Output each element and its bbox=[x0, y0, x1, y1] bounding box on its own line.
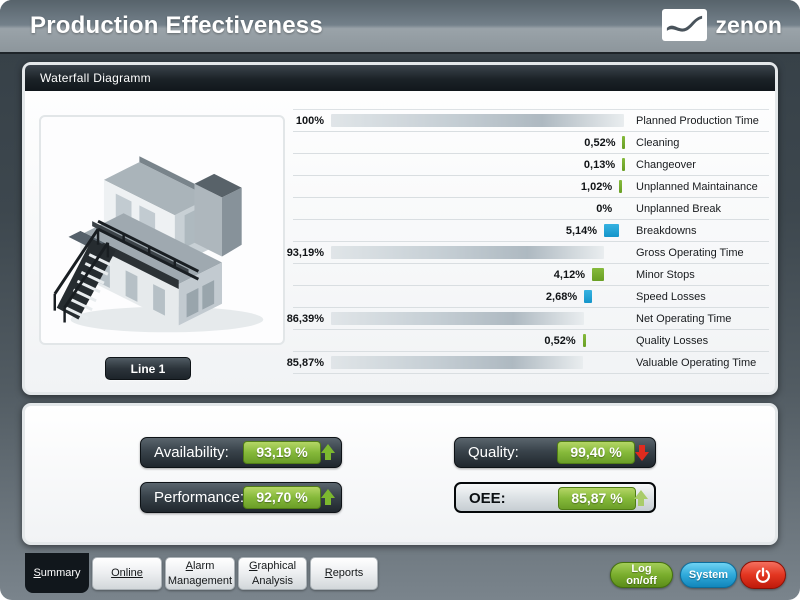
dashboard-screen: Production Effectiveness zenon Waterfall… bbox=[0, 0, 800, 600]
row-value: 0,52% bbox=[544, 335, 575, 347]
trend-up-icon bbox=[633, 490, 649, 507]
waterfall-row: 2,68% Speed Losses bbox=[293, 286, 769, 308]
waterfall-row: 0,13% Changeover bbox=[293, 154, 769, 176]
row-label: Unplanned Maintainance bbox=[636, 181, 758, 193]
row-label: Speed Losses bbox=[636, 291, 706, 303]
system-button[interactable]: System bbox=[680, 562, 737, 588]
power-icon bbox=[752, 564, 774, 586]
kpi-label: OEE: bbox=[469, 484, 506, 513]
kpi-value: 92,70 % bbox=[243, 486, 321, 509]
row-label: Cleaning bbox=[636, 137, 679, 149]
row-label: Changeover bbox=[636, 159, 696, 171]
row-value: 86,39% bbox=[287, 313, 324, 325]
kpi-value: 99,40 % bbox=[557, 441, 635, 464]
waterfall-row: 0,52% Cleaning bbox=[293, 132, 769, 154]
row-value: 1,02% bbox=[581, 181, 612, 193]
kpi-badge: Performance: 92,70 % bbox=[140, 482, 342, 513]
kpi-label: Performance: bbox=[154, 483, 244, 512]
kpi-badge: Availability: 93,19 % bbox=[140, 437, 342, 468]
waterfall-panel: Waterfall Diagramm bbox=[22, 62, 778, 395]
row-bar bbox=[622, 136, 625, 149]
production-line-illustration bbox=[39, 115, 285, 345]
row-value: 0% bbox=[596, 203, 612, 215]
waterfall-row: 86,39% Net Operating Time bbox=[293, 308, 769, 330]
trend-down-icon bbox=[634, 444, 650, 461]
row-label: Unplanned Break bbox=[636, 203, 721, 215]
row-value: 4,12% bbox=[554, 269, 585, 281]
row-value: 0,52% bbox=[584, 137, 615, 149]
line-1-button[interactable]: Line 1 bbox=[105, 357, 191, 380]
row-bar bbox=[331, 312, 584, 325]
row-bar bbox=[592, 268, 604, 281]
zenon-brand: zenon bbox=[662, 9, 782, 41]
row-value: 100% bbox=[296, 115, 324, 127]
row-bar bbox=[331, 246, 604, 259]
row-label: Valuable Operating Time bbox=[636, 357, 756, 369]
waterfall-row: 0% Unplanned Break bbox=[293, 198, 769, 220]
row-label: Gross Operating Time bbox=[636, 247, 744, 259]
kpi-value: 85,87 % bbox=[558, 487, 636, 510]
trend-up-icon bbox=[320, 489, 336, 506]
kpi-panel: Availability: 93,19 % Performance: 92,70… bbox=[22, 403, 778, 545]
power-button[interactable] bbox=[740, 561, 786, 589]
row-label: Net Operating Time bbox=[636, 313, 731, 325]
kpi-label: Availability: bbox=[154, 438, 229, 467]
row-value: 93,19% bbox=[287, 247, 324, 259]
row-label: Quality Losses bbox=[636, 335, 708, 347]
kpi-badge: Quality: 99,40 % bbox=[454, 437, 656, 468]
waterfall-row: 4,12% Minor Stops bbox=[293, 264, 769, 286]
waterfall-panel-body: Line 1 100% Planned Production Time 0,52… bbox=[25, 91, 775, 392]
waterfall-row: 85,87% Valuable Operating Time bbox=[293, 352, 769, 374]
row-label: Minor Stops bbox=[636, 269, 695, 281]
row-label: Breakdowns bbox=[636, 225, 697, 237]
app-header: Production Effectiveness zenon bbox=[0, 0, 800, 54]
kpi-value: 93,19 % bbox=[243, 441, 321, 464]
brand-name: zenon bbox=[716, 12, 782, 39]
waterfall-chart: 100% Planned Production Time 0,52% Clean… bbox=[293, 109, 769, 375]
waterfall-row: 1,02% Unplanned Maintainance bbox=[293, 176, 769, 198]
row-bar bbox=[331, 356, 583, 369]
factory-isometric-icon bbox=[41, 117, 283, 343]
tab-reports[interactable]: Reports bbox=[310, 557, 378, 590]
tab-alarm-management[interactable]: AlarmManagement bbox=[165, 557, 235, 590]
row-value: 5,14% bbox=[566, 225, 597, 237]
kpi-label: Quality: bbox=[468, 438, 519, 467]
row-value: 2,68% bbox=[546, 291, 577, 303]
row-bar bbox=[619, 180, 622, 193]
page-title: Production Effectiveness bbox=[30, 12, 323, 40]
row-bar bbox=[583, 334, 586, 347]
row-bar bbox=[331, 114, 624, 127]
waterfall-row: 0,52% Quality Losses bbox=[293, 330, 769, 352]
waterfall-row: 5,14% Breakdowns bbox=[293, 220, 769, 242]
tab-graphical-analysis[interactable]: GraphicalAnalysis bbox=[238, 557, 307, 590]
waterfall-panel-title: Waterfall Diagramm bbox=[25, 65, 775, 91]
tab-online[interactable]: Online bbox=[92, 557, 162, 590]
row-bar bbox=[584, 290, 592, 303]
trend-up-icon bbox=[320, 444, 336, 461]
row-value: 85,87% bbox=[287, 357, 324, 369]
zenon-logo-icon bbox=[662, 9, 707, 41]
waterfall-row: 93,19% Gross Operating Time bbox=[293, 242, 769, 264]
tab-summary[interactable]: Summary bbox=[25, 553, 89, 593]
row-label: Planned Production Time bbox=[636, 115, 759, 127]
row-value: 0,13% bbox=[584, 159, 615, 171]
waterfall-row: 100% Planned Production Time bbox=[293, 110, 769, 132]
log-on-off-button[interactable]: Log on/off bbox=[610, 562, 673, 588]
row-bar bbox=[622, 158, 625, 171]
kpi-badge: OEE: 85,87 % bbox=[454, 482, 656, 513]
row-bar bbox=[604, 224, 619, 237]
